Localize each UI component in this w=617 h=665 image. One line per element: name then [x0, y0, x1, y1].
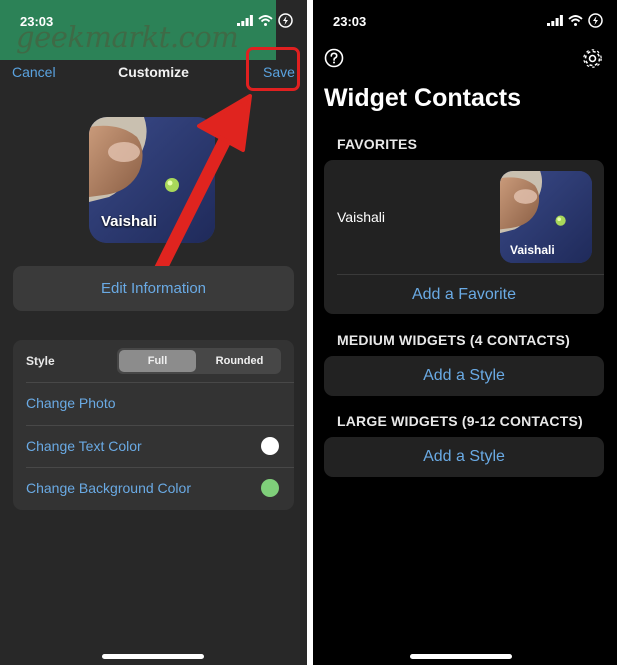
favorite-widget-thumbnail[interactable]: Vaishali: [500, 171, 592, 263]
change-text-color-row[interactable]: Change Text Color: [13, 426, 294, 468]
style-label: Style: [26, 354, 55, 368]
medium-widgets-header: MEDIUM WIDGETS (4 CONTACTS): [337, 332, 571, 348]
wifi-icon: [258, 15, 273, 26]
medium-widgets-card: Add a Style: [324, 356, 604, 396]
favorites-header: FAVORITES: [337, 136, 418, 152]
change-photo-row[interactable]: Change Photo: [13, 383, 294, 425]
help-icon[interactable]: [324, 48, 344, 68]
change-background-color-row[interactable]: Change Background Color: [13, 468, 294, 510]
battery-icon: [588, 13, 603, 28]
status-icons: [237, 13, 293, 28]
gear-icon[interactable]: [582, 48, 603, 69]
status-bar: 23:03: [313, 0, 617, 40]
wifi-icon: [568, 15, 583, 26]
settings-group: Style Full Rounded Change Photo Change T…: [13, 340, 294, 510]
add-medium-style-button[interactable]: Add a Style: [324, 367, 604, 385]
favorite-contact-name[interactable]: Vaishali: [337, 209, 385, 225]
change-text-color-label: Change Text Color: [26, 438, 142, 454]
status-time: 23:03: [333, 14, 367, 29]
battery-icon: [278, 13, 293, 28]
signal-icon: [547, 15, 563, 26]
style-segmented-control[interactable]: Full Rounded: [117, 348, 281, 374]
divider: [337, 274, 604, 275]
background-color-swatch[interactable]: [261, 479, 279, 497]
widget-preview[interactable]: Vaishali: [89, 117, 215, 243]
preview-contact-name: Vaishali: [101, 213, 157, 230]
edit-information-button[interactable]: Edit Information: [13, 266, 294, 311]
style-option-full[interactable]: Full: [119, 350, 196, 372]
widget-contacts-screen: 23:03 Widget Contacts FAVORITES Vaishali…: [313, 0, 617, 665]
annotation-arrow: [150, 94, 252, 283]
change-photo-label: Change Photo: [26, 395, 116, 411]
signal-icon: [237, 15, 253, 26]
text-color-swatch[interactable]: [261, 437, 279, 455]
favorites-card: Vaishali Vaishali Add a Favorite: [324, 160, 604, 314]
status-time: 23:03: [20, 14, 54, 29]
thumbnail-contact-name: Vaishali: [510, 243, 555, 257]
status-bar: 23:03: [0, 0, 307, 40]
large-widgets-header: LARGE WIDGETS (9-12 CONTACTS): [337, 413, 583, 429]
home-indicator: [102, 654, 204, 659]
style-row: Style Full Rounded: [13, 340, 294, 382]
customize-screen: geekmarkt.com 23:03 Cancel Customize Sav…: [0, 0, 307, 665]
add-large-style-button[interactable]: Add a Style: [324, 448, 604, 466]
status-icons: [547, 13, 603, 28]
style-option-rounded[interactable]: Rounded: [200, 350, 279, 372]
change-background-color-label: Change Background Color: [26, 480, 191, 496]
large-widgets-card: Add a Style: [324, 437, 604, 477]
save-highlight-box: [246, 47, 300, 91]
page-title: Widget Contacts: [324, 84, 521, 112]
add-favorite-button[interactable]: Add a Favorite: [324, 286, 604, 304]
home-indicator: [410, 654, 512, 659]
